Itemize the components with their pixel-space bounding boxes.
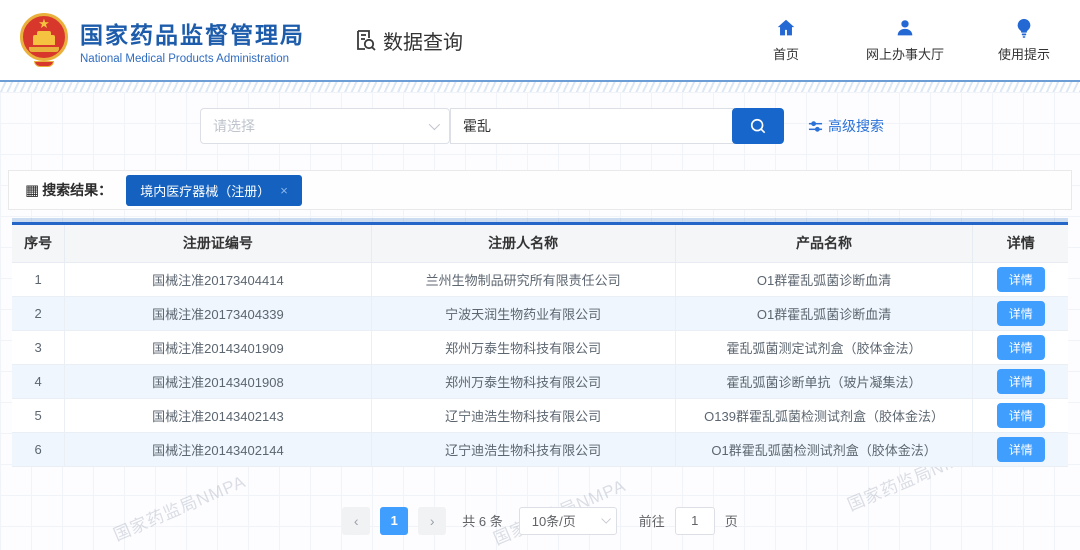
tag-close-icon[interactable]: × xyxy=(280,183,288,198)
search-icon xyxy=(750,118,766,134)
cell-index: 4 xyxy=(12,364,66,399)
cell-registrant: 郑州万泰生物科技有限公司 xyxy=(371,364,676,399)
cell-index: 1 xyxy=(12,262,66,297)
detail-button[interactable]: 详情 xyxy=(996,334,1045,360)
col-header-detail: 详情 xyxy=(972,225,1068,263)
nmpa-emblem-logo: ★ xyxy=(20,13,68,67)
cell-registrant: 辽宁迪浩生物科技有限公司 xyxy=(371,398,676,433)
cell-cert-no: 国械注准20143401908 xyxy=(64,364,372,399)
cell-product: O139群霍乱弧菌检测试剂盒（胶体金法） xyxy=(675,398,974,433)
cell-registrant: 宁波天润生物药业有限公司 xyxy=(371,296,676,331)
cell-product: O1群霍乱弧菌诊断血清 xyxy=(675,262,974,297)
col-header-product: 产品名称 xyxy=(675,225,974,263)
goto-unit-label: 页 xyxy=(724,514,738,529)
cell-cert-no: 国械注准20143402143 xyxy=(64,398,372,433)
filter-tag-label: 境内医疗器械（注册） xyxy=(140,183,271,199)
table-header-row: 序号 注册证编号 注册人名称 产品名称 详情 xyxy=(12,225,1068,263)
cell-cert-no: 国械注准20143402144 xyxy=(64,432,372,467)
header-divider-hatch xyxy=(0,82,1080,92)
page-header: ★ 国家药品监督管理局 National Medical Products Ad… xyxy=(0,0,1080,80)
cell-product: 霍乱弧菌测定试剂盒（胶体金法） xyxy=(675,330,974,365)
col-header-cert-no: 注册证编号 xyxy=(64,225,372,263)
nav-item-usage-tips[interactable]: 使用提示 xyxy=(996,17,1052,63)
user-icon xyxy=(897,20,913,36)
detail-button[interactable]: 详情 xyxy=(996,402,1045,428)
search-bar: 请选择 高级搜索 xyxy=(200,92,1080,144)
detail-button[interactable]: 详情 xyxy=(996,300,1045,326)
nav-item-home[interactable]: 首页 xyxy=(758,17,814,63)
detail-button[interactable]: 详情 xyxy=(996,436,1045,462)
filter-tag[interactable]: 境内医疗器械（注册） × xyxy=(126,174,302,206)
page-number-active[interactable]: 1 xyxy=(380,506,409,535)
cell-cert-no: 国械注准20173404339 xyxy=(64,296,372,331)
table-row: 5 国械注准20143402143 辽宁迪浩生物科技有限公司 O139群霍乱弧菌… xyxy=(12,398,1068,433)
cell-registrant: 兰州生物制品研究所有限责任公司 xyxy=(371,262,676,297)
cell-registrant: 郑州万泰生物科技有限公司 xyxy=(371,330,676,365)
category-select[interactable]: 请选择 xyxy=(200,108,450,144)
cell-product: 霍乱弧菌诊断单抗（玻片凝集法） xyxy=(675,364,974,399)
cell-cert-no: 国械注准20173404414 xyxy=(64,262,372,297)
nav-label: 网上办事大厅 xyxy=(865,47,944,62)
nav-label: 使用提示 xyxy=(997,47,1050,62)
content-area: 国家药监局NMPA 国家药监局NMPA 国家药监局NMPA 请选择 高级搜索 ▦… xyxy=(0,92,1080,550)
table-row: 3 国械注准20143401909 郑州万泰生物科技有限公司 霍乱弧菌测定试剂盒… xyxy=(12,330,1068,365)
results-table: 序号 注册证编号 注册人名称 产品名称 详情 1 国械注准20173404414… xyxy=(12,225,1068,467)
detail-button[interactable]: 详情 xyxy=(996,368,1045,394)
table-row: 2 国械注准20173404339 宁波天润生物药业有限公司 O1群霍乱弧菌诊断… xyxy=(12,296,1068,331)
next-page-button[interactable]: › xyxy=(418,506,447,535)
goto-page-input[interactable] xyxy=(674,506,715,535)
chevron-down-icon xyxy=(601,513,611,524)
cell-cert-no: 国械注准20143401909 xyxy=(64,330,372,365)
home-icon xyxy=(777,19,795,36)
cell-index: 5 xyxy=(12,398,66,433)
nav-item-service-hall[interactable]: 网上办事大厅 xyxy=(866,17,944,63)
col-header-index: 序号 xyxy=(12,225,66,263)
sliders-icon xyxy=(808,120,823,132)
search-button[interactable] xyxy=(732,108,784,144)
advanced-search-link[interactable]: 高级搜索 xyxy=(808,116,884,136)
results-table-wrap: 序号 注册证编号 注册人名称 产品名称 详情 1 国械注准20173404414… xyxy=(12,222,1068,467)
top-nav: 首页 网上办事大厅 使用提示 xyxy=(758,17,1052,63)
chevron-down-icon xyxy=(428,118,441,131)
emblem-star-icon: ★ xyxy=(38,16,50,31)
prev-page-button[interactable]: ‹ xyxy=(342,506,371,535)
agency-subtitle: National Medical Products Administration xyxy=(80,52,290,65)
section-title-block: 数据查询 xyxy=(353,26,463,55)
bulb-icon xyxy=(1017,18,1031,38)
nav-label: 首页 xyxy=(772,47,799,62)
page-size-value: 10条/页 xyxy=(531,514,576,529)
cell-product: O1群霍乱弧菌诊断血清 xyxy=(675,296,974,331)
pagination: ‹ 1 › 共 6 条 10条/页 前往 页 xyxy=(0,506,1080,535)
page-size-select[interactable]: 10条/页 xyxy=(518,506,617,535)
results-label: 搜索结果： xyxy=(42,182,113,198)
keyword-input[interactable] xyxy=(450,108,735,144)
agency-title: 国家药品监督管理局 xyxy=(80,21,305,48)
table-row: 6 国械注准20143402144 辽宁迪浩生物科技有限公司 O1群霍乱弧菌检测… xyxy=(12,432,1068,467)
grid-icon: ▦ xyxy=(25,181,40,199)
cell-registrant: 辽宁迪浩生物科技有限公司 xyxy=(371,432,676,467)
col-header-registrant: 注册人名称 xyxy=(371,225,676,263)
total-count-label: 共 6 条 xyxy=(462,514,503,529)
goto-label: 前往 xyxy=(638,514,665,529)
table-row: 1 国械注准20173404414 兰州生物制品研究所有限责任公司 O1群霍乱弧… xyxy=(12,262,1068,297)
cell-product: O1群霍乱弧菌检测试剂盒（胶体金法） xyxy=(675,432,974,467)
agency-title-block: 国家药品监督管理局 National Medical Products Admi… xyxy=(80,16,305,65)
results-bar: ▦ 搜索结果： 境内医疗器械（注册） × xyxy=(8,170,1072,210)
advanced-search-label: 高级搜索 xyxy=(828,118,884,134)
table-row: 4 国械注准20143401908 郑州万泰生物科技有限公司 霍乱弧菌诊断单抗（… xyxy=(12,364,1068,399)
data-query-icon xyxy=(357,30,376,51)
cell-index: 2 xyxy=(12,296,66,331)
category-select-placeholder: 请选择 xyxy=(213,118,255,134)
section-title: 数据查询 xyxy=(383,31,463,54)
cell-index: 3 xyxy=(12,330,66,365)
cell-index: 6 xyxy=(12,432,66,467)
detail-button[interactable]: 详情 xyxy=(996,266,1045,292)
